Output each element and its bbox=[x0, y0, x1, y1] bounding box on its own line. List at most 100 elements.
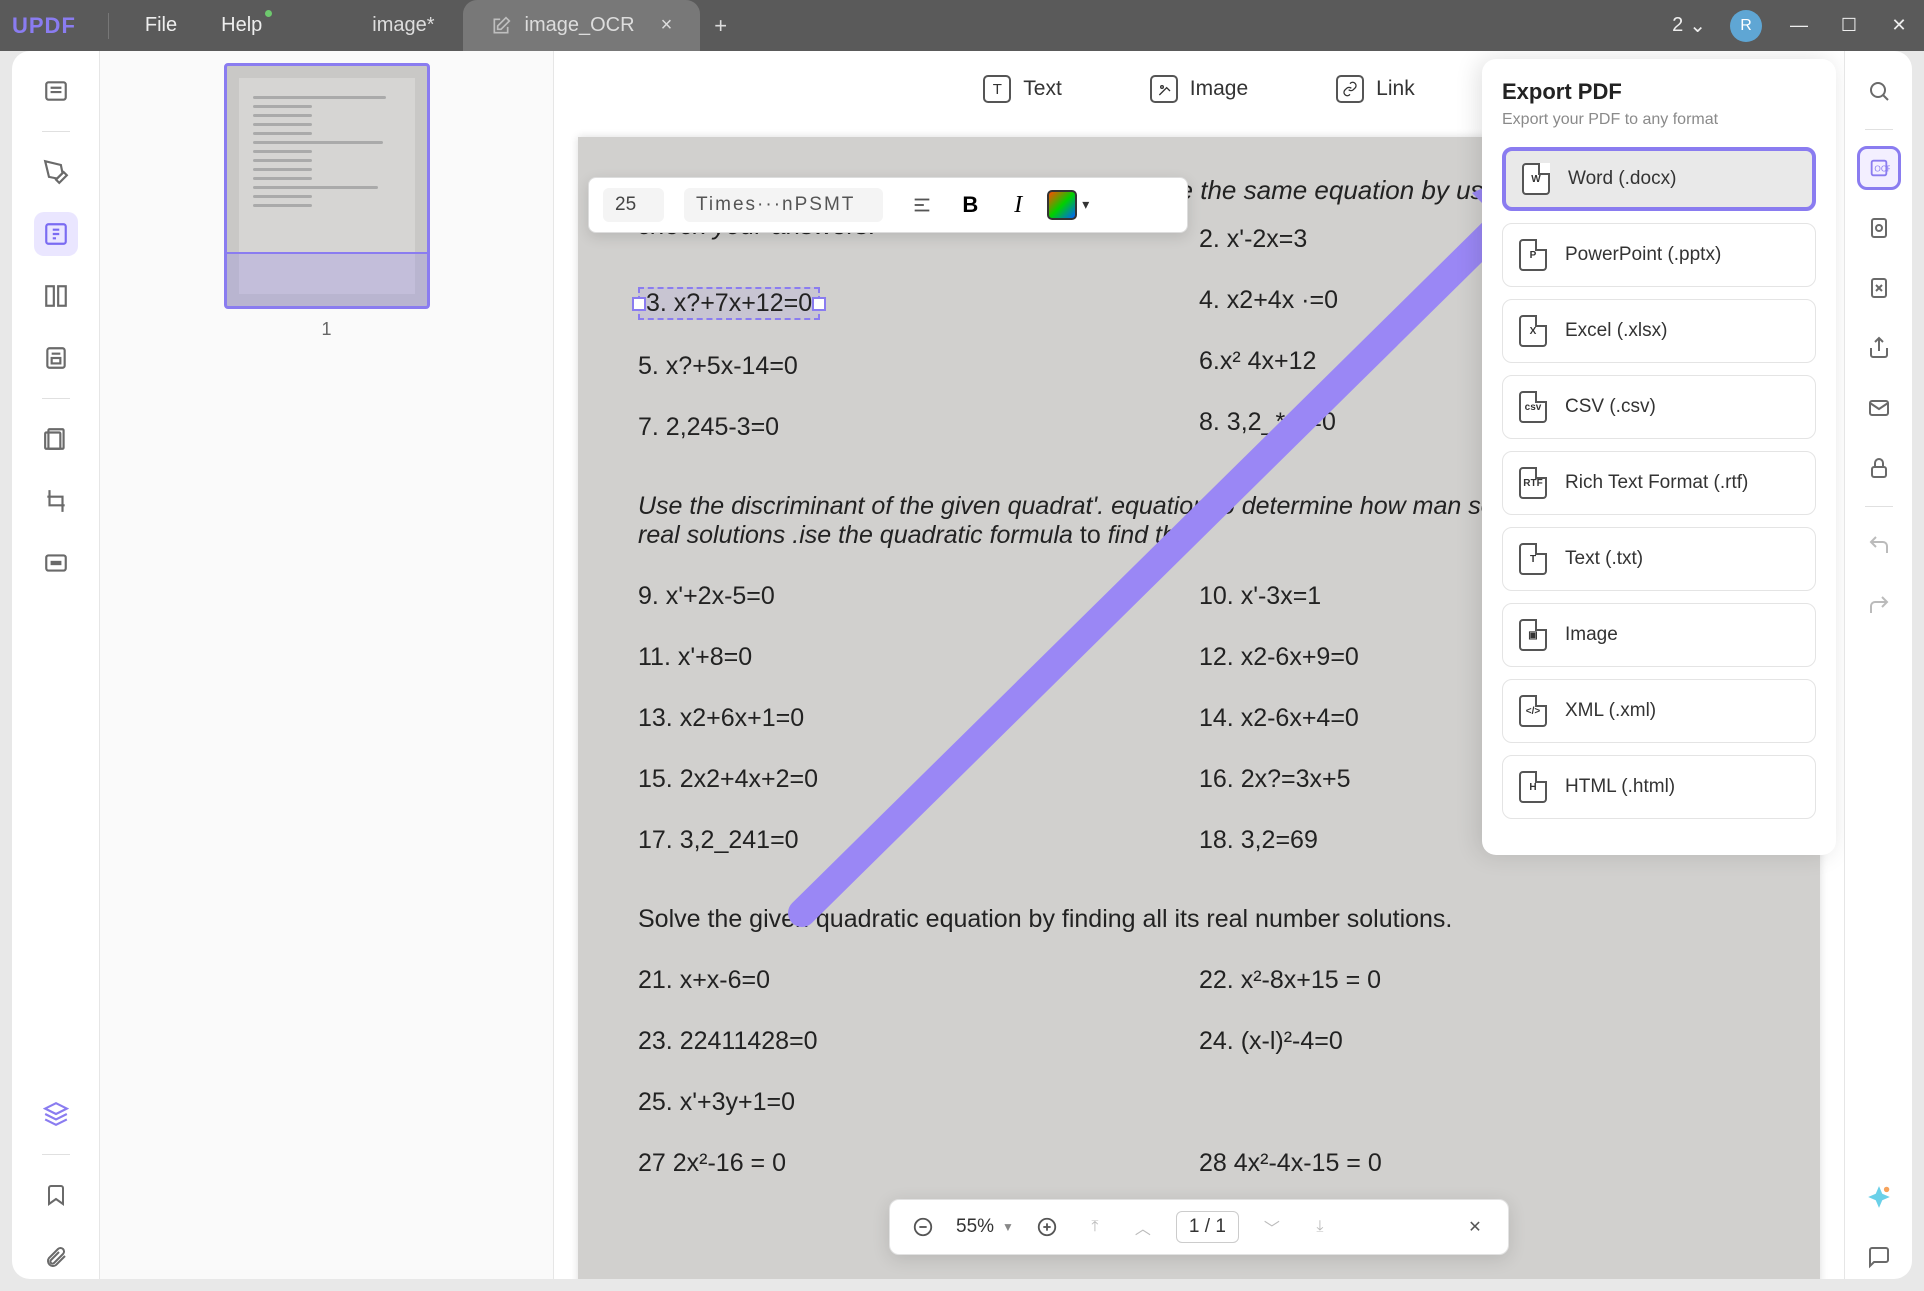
export-image[interactable]: ▣Image bbox=[1502, 603, 1816, 667]
export-rtf[interactable]: RTFRich Text Format (.rtf) bbox=[1502, 451, 1816, 515]
crop-icon[interactable] bbox=[34, 479, 78, 523]
page-thumbnail[interactable] bbox=[224, 63, 430, 309]
maximize-button[interactable]: ☐ bbox=[1836, 15, 1862, 36]
color-picker[interactable] bbox=[1047, 190, 1077, 220]
rtf-icon: RTF bbox=[1519, 467, 1547, 499]
zoom-level[interactable]: 55%▼ bbox=[956, 1216, 1014, 1238]
export-pdf-panel: Export PDF Export your PDF to any format… bbox=[1482, 59, 1836, 855]
separator bbox=[42, 131, 70, 132]
page-indicator[interactable]: 1 / 1 bbox=[1176, 1211, 1239, 1243]
protect-icon[interactable] bbox=[1857, 446, 1901, 490]
question-7[interactable]: 7. 2,245-3=0 bbox=[638, 413, 1199, 442]
export-xml[interactable]: </>XML (.xml) bbox=[1502, 679, 1816, 743]
tab-label: image_OCR bbox=[525, 14, 635, 37]
ai-assistant-icon[interactable] bbox=[1857, 1175, 1901, 1219]
xml-icon: </> bbox=[1519, 695, 1547, 727]
selected-text[interactable]: 3. x?+7x+12=0 bbox=[638, 287, 820, 320]
menu-help[interactable]: Help bbox=[221, 14, 262, 37]
redo-icon[interactable] bbox=[1857, 583, 1901, 627]
app-body: 1 TText Image Link 25▼ Times···nPSMT▼ B … bbox=[12, 51, 1912, 1279]
question-24[interactable]: 24. (x-l)²-4=0 bbox=[1199, 1027, 1760, 1056]
next-page-button[interactable]: ﹀ bbox=[1257, 1212, 1287, 1242]
left-toolbar bbox=[12, 51, 100, 1279]
question-17[interactable]: 17. 3,2_241=0 bbox=[638, 826, 1199, 855]
tab-strip: image* image_OCR × + bbox=[344, 0, 727, 51]
close-button[interactable]: ✕ bbox=[1886, 15, 1912, 36]
ocr-export-icon[interactable]: OCR bbox=[1857, 146, 1901, 190]
forms-icon[interactable] bbox=[34, 336, 78, 380]
zoom-in-button[interactable] bbox=[1032, 1212, 1062, 1242]
first-page-button[interactable]: ⤒ bbox=[1080, 1212, 1110, 1242]
export-html[interactable]: HHTML (.html) bbox=[1502, 755, 1816, 819]
thumbnail-panel: 1 bbox=[100, 51, 554, 1279]
export-excel[interactable]: XExcel (.xlsx) bbox=[1502, 299, 1816, 363]
avatar[interactable]: R bbox=[1730, 10, 1762, 42]
question-22[interactable]: 22. x²-8x+15 = 0 bbox=[1199, 966, 1760, 995]
close-icon[interactable]: × bbox=[661, 14, 673, 37]
redact-icon[interactable] bbox=[34, 541, 78, 585]
export-csv[interactable]: csvCSV (.csv) bbox=[1502, 375, 1816, 439]
separator bbox=[42, 398, 70, 399]
search-icon[interactable] bbox=[1857, 69, 1901, 113]
share-icon[interactable] bbox=[1857, 326, 1901, 370]
separator bbox=[42, 1154, 70, 1155]
section-solve: Solve the given quadratic equation by fi… bbox=[638, 905, 1760, 934]
compress-icon[interactable] bbox=[1857, 266, 1901, 310]
link-tool[interactable]: Link bbox=[1336, 75, 1415, 103]
minimize-button[interactable]: — bbox=[1786, 15, 1812, 36]
question-13[interactable]: 13. x2+6x+1=0 bbox=[638, 704, 1199, 733]
question-23[interactable]: 23. 22411428=0 bbox=[638, 1027, 1199, 1056]
convert-icon[interactable] bbox=[1857, 206, 1901, 250]
question-15[interactable]: 15. 2x2+4x+2=0 bbox=[638, 765, 1199, 794]
organize-pages-icon[interactable] bbox=[34, 274, 78, 318]
bold-button[interactable]: B bbox=[951, 186, 989, 224]
menu-file[interactable]: File bbox=[145, 14, 177, 37]
prev-page-button[interactable]: ︿ bbox=[1128, 1212, 1158, 1242]
text-icon: T bbox=[983, 75, 1011, 103]
question-11[interactable]: 11. x'+8=0 bbox=[638, 643, 1199, 672]
email-icon[interactable] bbox=[1857, 386, 1901, 430]
undo-icon[interactable] bbox=[1857, 523, 1901, 567]
question-9[interactable]: 9. x'+2x-5=0 bbox=[638, 582, 1199, 611]
tab-image-ocr[interactable]: image_OCR × bbox=[463, 0, 701, 51]
close-bar-button[interactable]: ✕ bbox=[1460, 1212, 1490, 1242]
zoom-out-button[interactable] bbox=[908, 1212, 938, 1242]
image-tool[interactable]: Image bbox=[1150, 75, 1248, 103]
font-family-select[interactable]: Times···nPSMT bbox=[684, 188, 883, 222]
edit-pdf-icon[interactable] bbox=[34, 212, 78, 256]
titlebar-right: 2⌄ R — ☐ ✕ bbox=[1672, 10, 1912, 42]
separator bbox=[108, 13, 109, 39]
page-tool-icon[interactable] bbox=[34, 417, 78, 461]
image-icon bbox=[1150, 75, 1178, 103]
export-txt[interactable]: TText (.txt) bbox=[1502, 527, 1816, 591]
font-size-select[interactable]: 25 bbox=[603, 188, 664, 222]
window-count[interactable]: 2⌄ bbox=[1672, 13, 1706, 38]
svg-text:OCR: OCR bbox=[1874, 165, 1890, 174]
question-21[interactable]: 21. x+x-6=0 bbox=[638, 966, 1199, 995]
main-area: TText Image Link 25▼ Times···nPSMT▼ B I … bbox=[554, 51, 1844, 1279]
align-icon[interactable] bbox=[903, 186, 941, 224]
zoom-nav-bar: 55%▼ ⤒ ︿ 1 / 1 ﹀ ⤓ ✕ bbox=[889, 1199, 1509, 1255]
comment-icon[interactable] bbox=[1857, 1235, 1901, 1279]
question-5[interactable]: 5. x?+5x-14=0 bbox=[638, 352, 1199, 381]
link-icon bbox=[1336, 75, 1364, 103]
question-25[interactable]: 25. x'+3y+1=0 bbox=[638, 1088, 1199, 1117]
app-logo: UPDF bbox=[12, 13, 76, 39]
text-tool[interactable]: TText bbox=[983, 75, 1062, 103]
bookmark-icon[interactable] bbox=[34, 1173, 78, 1217]
italic-button[interactable]: I bbox=[999, 186, 1037, 224]
last-page-button[interactable]: ⤓ bbox=[1305, 1212, 1335, 1242]
export-powerpoint[interactable]: PPowerPoint (.pptx) bbox=[1502, 223, 1816, 287]
attachment-icon[interactable] bbox=[34, 1235, 78, 1279]
question-3[interactable]: 3. x?+7x+12=0 bbox=[638, 287, 1199, 320]
annotate-icon[interactable] bbox=[34, 150, 78, 194]
question-28[interactable]: 28 4x²-4x-15 = 0 bbox=[1199, 1149, 1760, 1178]
layers-icon[interactable] bbox=[34, 1092, 78, 1136]
export-word[interactable]: WWord (.docx) bbox=[1502, 147, 1816, 211]
tab-image[interactable]: image* bbox=[344, 0, 462, 51]
txt-icon: T bbox=[1519, 543, 1547, 575]
question-27[interactable]: 27 2x²-16 = 0 bbox=[638, 1149, 1199, 1178]
chevron-down-icon: ⌄ bbox=[1689, 13, 1706, 38]
new-tab-button[interactable]: + bbox=[714, 13, 727, 39]
reader-mode-icon[interactable] bbox=[34, 69, 78, 113]
